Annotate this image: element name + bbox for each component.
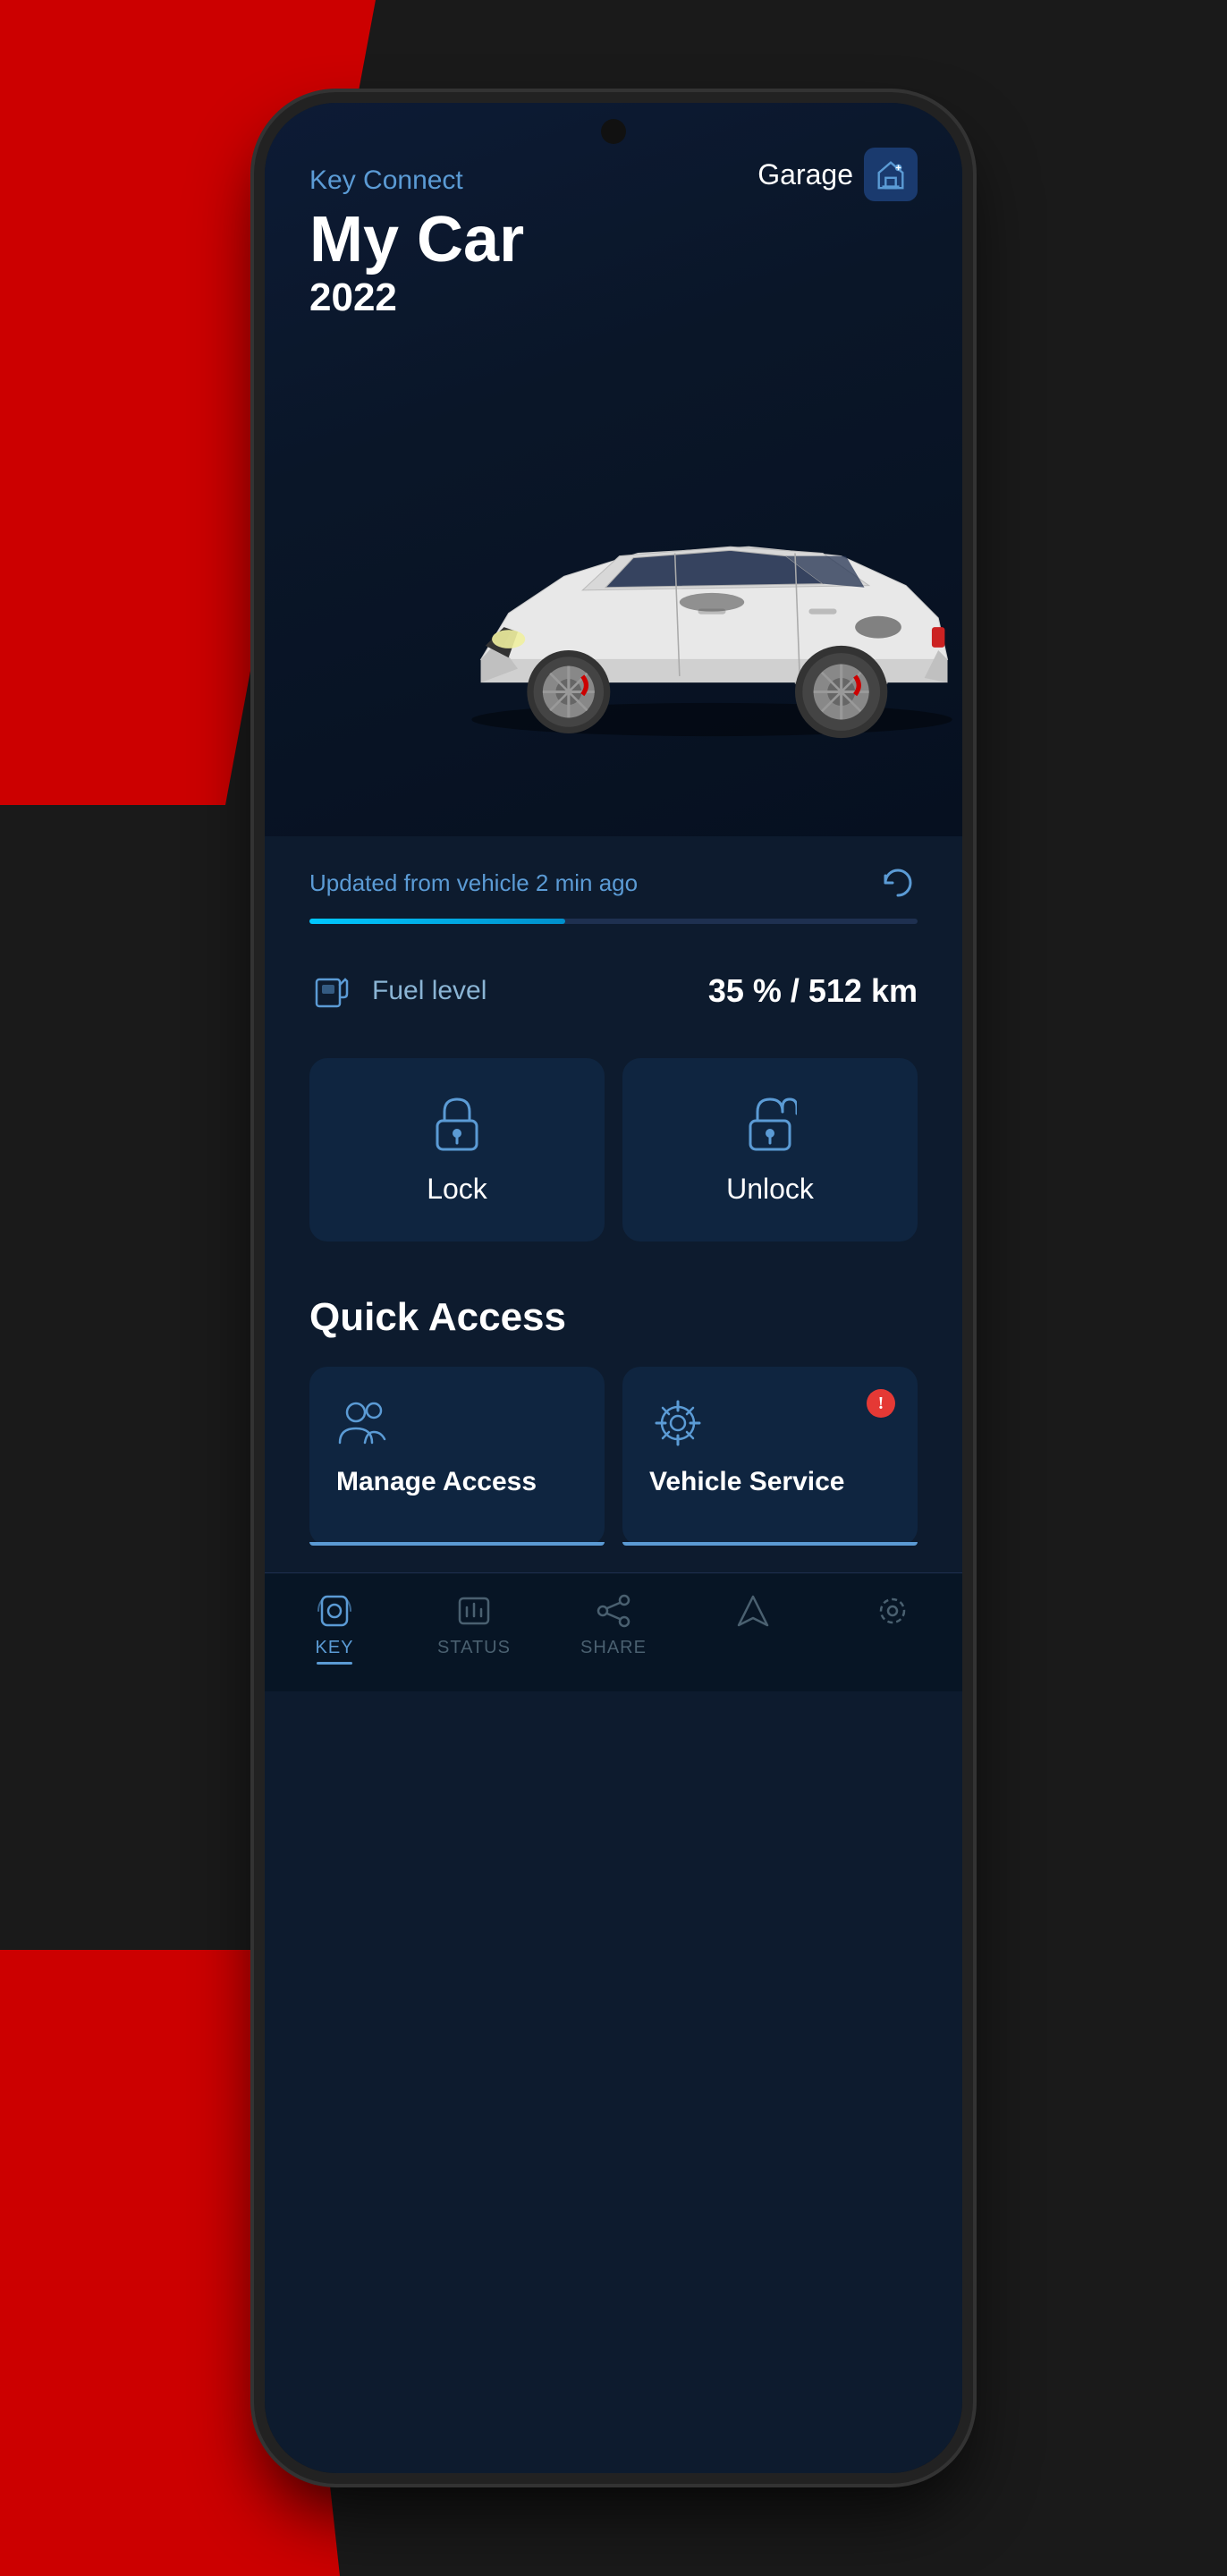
fuel-label: Fuel level	[372, 976, 487, 1006]
nav-active-line	[317, 1662, 352, 1665]
fuel-left: Fuel level	[309, 969, 487, 1013]
manage-access-label: Manage Access	[336, 1466, 578, 1498]
info-section: Updated from vehicle 2 min ago	[265, 836, 962, 1058]
nav-item-status[interactable]: STATUS	[420, 1591, 528, 1665]
fuel-row: Fuel level 35 % / 512 km	[309, 951, 918, 1031]
manage-access-icon	[336, 1398, 578, 1452]
nav-item-navigation[interactable]	[699, 1591, 807, 1665]
nav-label-share: SHARE	[580, 1638, 647, 1658]
progress-bar-fill	[309, 919, 565, 924]
car-year: 2022	[309, 275, 918, 320]
header-area: Garage Key Connect My Car 2022	[265, 103, 962, 836]
quick-access-section: Quick Access Manage Access	[265, 1277, 962, 1572]
garage-button[interactable]: Garage	[757, 148, 918, 201]
manage-access-card[interactable]: Manage Access	[309, 1367, 605, 1546]
camera-notch	[601, 119, 626, 144]
vehicle-service-icon	[649, 1398, 891, 1452]
lock-button[interactable]: Lock	[309, 1058, 605, 1241]
lock-label: Lock	[427, 1173, 487, 1206]
car-image	[435, 407, 962, 783]
garage-label: Garage	[757, 158, 853, 191]
nav-label-key: KEY	[315, 1638, 353, 1658]
screen: Garage Key Connect My Car 2022	[265, 103, 962, 2473]
card-underline	[309, 1542, 605, 1546]
progress-bar	[309, 919, 918, 924]
refresh-icon[interactable]	[878, 863, 918, 902]
nav-item-key[interactable]: KEY	[281, 1591, 388, 1665]
alert-badge: !	[867, 1389, 895, 1418]
card-underline-2	[622, 1542, 918, 1546]
unlock-button[interactable]: Unlock	[622, 1058, 918, 1241]
quick-access-grid: Manage Access !	[309, 1367, 918, 1546]
quick-access-title: Quick Access	[309, 1295, 918, 1340]
nav-item-share[interactable]: SHARE	[560, 1591, 667, 1665]
bottom-nav: KEY STATUS	[265, 1572, 962, 1691]
action-buttons: Lock Unlock	[265, 1058, 962, 1277]
vehicle-service-label: Vehicle Service	[649, 1466, 891, 1498]
fuel-value: 35 % / 512 km	[708, 972, 918, 1010]
update-text: Updated from vehicle 2 min ago	[309, 869, 638, 897]
phone-frame: Garage Key Connect My Car 2022	[265, 103, 962, 2473]
nav-label-status: STATUS	[437, 1638, 511, 1658]
nav-item-settings[interactable]	[839, 1591, 946, 1665]
vehicle-service-card[interactable]: !	[622, 1367, 918, 1546]
unlock-label: Unlock	[726, 1173, 814, 1206]
fuel-icon	[309, 969, 354, 1013]
car-name: My Car	[309, 205, 918, 275]
garage-icon	[864, 148, 918, 201]
update-row: Updated from vehicle 2 min ago	[309, 863, 918, 902]
